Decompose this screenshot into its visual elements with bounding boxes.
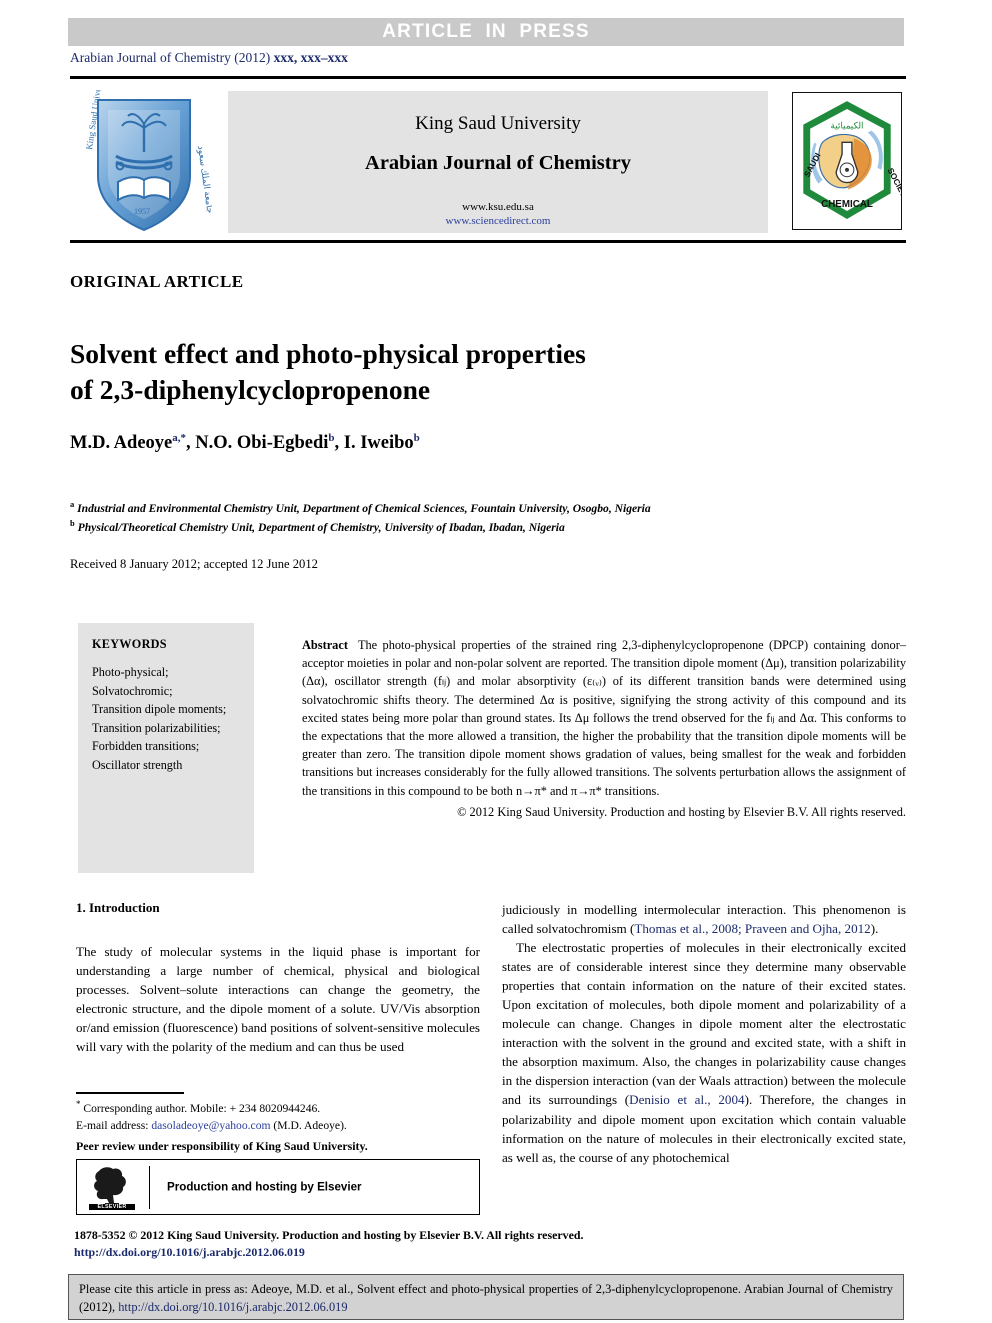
header-rule-top <box>70 76 906 79</box>
received-accepted-dates: Received 8 January 2012; accepted 12 Jun… <box>70 557 318 571</box>
running-head-pages: , xxx–xxx <box>293 50 348 65</box>
affiliation-text: Physical/Theoretical Chemistry Unit, Dep… <box>77 521 565 535</box>
peer-review-note: Peer review under responsibility of King… <box>76 1139 368 1153</box>
king-saud-university-logo-icon: King Saud University جامعة الملك سعود 19… <box>76 71 215 236</box>
affiliation-mark: b <box>70 518 75 529</box>
footnote-email: E-mail address: dasoladeoye@yahoo.com (M… <box>76 1118 480 1135</box>
please-cite-text: Please cite this article in press as: Ad… <box>79 1281 893 1316</box>
masthead-sciencedirect-url[interactable]: www.sciencedirect.com <box>228 215 768 227</box>
author-marks: b <box>413 432 420 444</box>
article-in-press-label: ARTICLE IN PRESS <box>382 21 590 42</box>
abstract-text: The photo-physical properties of the str… <box>302 638 906 798</box>
paragraph: judiciously in modelling intermolecular … <box>502 900 906 938</box>
author-name: N.O. Obi-Egbedi <box>195 433 329 454</box>
abstract-label: Abstract <box>302 638 348 652</box>
journal-running-head: Arabian Journal of Chemistry (2012) xxx,… <box>70 50 348 66</box>
elsevier-box-divider <box>149 1166 151 1209</box>
masthead-center-panel: King Saud University Arabian Journal of … <box>228 91 768 233</box>
saudi-chemical-society-logo-icon: الكيميائية CHEMICAL SAUDI SOCIETY <box>792 92 912 230</box>
footnote-corresponding-author: * Corresponding author. Mobile: + 234 80… <box>76 1098 480 1118</box>
email-owner: (M.D. Adeoye). <box>270 1118 347 1132</box>
body-column-right: judiciously in modelling intermolecular … <box>502 900 906 1167</box>
keyword-item: Transition dipole moments; <box>92 702 227 717</box>
citation-doi-link[interactable]: http://dx.doi.org/10.1016/j.arabjc.2012.… <box>118 1300 347 1314</box>
footnote-rule <box>76 1092 184 1094</box>
running-head-volume: xxx <box>273 50 294 65</box>
paragraph-text: The electrostatic properties of molecule… <box>502 940 906 1108</box>
keyword-item: Solvatochromic; <box>92 683 173 698</box>
keyword-item: Transition polarizabilities; <box>92 720 221 735</box>
elsevier-wordmark: ELSEVIER <box>89 1204 135 1210</box>
masthead-university-name: King Saud University <box>415 113 581 134</box>
author-name: I. Iweibo <box>343 433 414 454</box>
citation-link[interactable]: Thomas et al., 2008; Praveen and Ojha, 2… <box>634 921 870 936</box>
keyword-item: Photo-physical; <box>92 665 169 679</box>
header-rule-bottom <box>70 240 906 243</box>
running-head-prefix: Arabian Journal of Chemistry (2012) <box>70 50 274 65</box>
affiliation-item: a Industrial and Environmental Chemistry… <box>70 498 920 517</box>
paragraph: The study of molecular systems in the li… <box>76 944 480 1055</box>
title-line-1: Solvent effect and photo-physical proper… <box>70 338 586 370</box>
svg-text:الكيميائية: الكيميائية <box>831 121 864 131</box>
affiliation-list: a Industrial and Environmental Chemistry… <box>70 498 920 537</box>
elsevier-hosting-label: Production and hosting by Elsevier <box>167 1180 362 1194</box>
paper-page: ARTICLE IN PRESS Arabian Journal of Chem… <box>0 0 992 1323</box>
footnote-text: Corresponding author. Mobile: + 234 8020… <box>83 1101 321 1115</box>
svg-text:جامعة الملك سعود: جامعة الملك سعود <box>195 145 212 214</box>
svg-text:CHEMICAL: CHEMICAL <box>821 199 873 210</box>
keywords-box: KEYWORDS Photo-physical; Solvatochromic;… <box>78 623 254 873</box>
keywords-heading: KEYWORDS <box>92 637 167 651</box>
issn-copyright-line: 1878-5352 © 2012 King Saud University. P… <box>74 1228 584 1242</box>
keywords-list: Photo-physical; Solvatochromic; Transiti… <box>92 663 242 774</box>
doi-link[interactable]: http://dx.doi.org/10.1016/j.arabjc.2012.… <box>74 1245 305 1260</box>
paragraph: The electrostatic properties of molecule… <box>502 938 906 1167</box>
abstract-block: Abstract The photo-physical properties of… <box>302 636 906 821</box>
affiliation-text: Industrial and Environmental Chemistry U… <box>77 501 651 515</box>
please-cite-box: Please cite this article in press as: Ad… <box>68 1274 904 1320</box>
article-in-press-banner: ARTICLE IN PRESS <box>68 18 904 46</box>
email-label: E-mail address: <box>76 1118 152 1132</box>
section-heading-introduction: 1. Introduction <box>76 900 160 915</box>
masthead-journal-name: Arabian Journal of Chemistry <box>365 152 631 174</box>
citation-link[interactable]: Denisio et al., 2004 <box>629 1092 744 1107</box>
asterisk-icon: * <box>76 1099 81 1109</box>
elsevier-hosting-box: ELSEVIER Production and hosting by Elsev… <box>76 1159 480 1215</box>
article-type-label: ORIGINAL ARTICLE <box>70 272 244 291</box>
author-marks: b <box>328 432 335 444</box>
keyword-item: Oscillator strength <box>92 757 183 772</box>
author-list: M.D. Adeoyea,*, N.O. Obi-Egbedib, I. Iwe… <box>70 432 420 454</box>
keyword-item: Forbidden transitions; <box>92 739 200 754</box>
elsevier-tree-icon: ELSEVIER <box>89 1165 135 1211</box>
author-name: M.D. Adeoye <box>70 433 173 454</box>
affiliation-mark: a <box>70 499 75 509</box>
journal-masthead: King Saud University جامعة الملك سعود 19… <box>70 71 912 236</box>
title-line-2: of 2,3-diphenylcyclopropenone <box>70 373 431 405</box>
masthead-ksu-url[interactable]: www.ksu.edu.sa <box>228 201 768 213</box>
page-title: Solvent effect and photo-physical proper… <box>70 336 770 406</box>
body-column-left: 1. Introduction The study of molecular s… <box>76 900 480 1056</box>
author-marks: a,* <box>172 432 186 444</box>
svg-text:1957: 1957 <box>134 207 150 216</box>
abstract-copyright: © 2012 King Saud University. Production … <box>457 804 906 819</box>
affiliation-item: b Physical/Theoretical Chemistry Unit, D… <box>70 517 920 536</box>
email-link[interactable]: dasoladeoye@yahoo.com <box>151 1119 270 1132</box>
paragraph-text: ). <box>870 921 879 937</box>
footnote-block: * Corresponding author. Mobile: + 234 80… <box>76 1098 480 1135</box>
